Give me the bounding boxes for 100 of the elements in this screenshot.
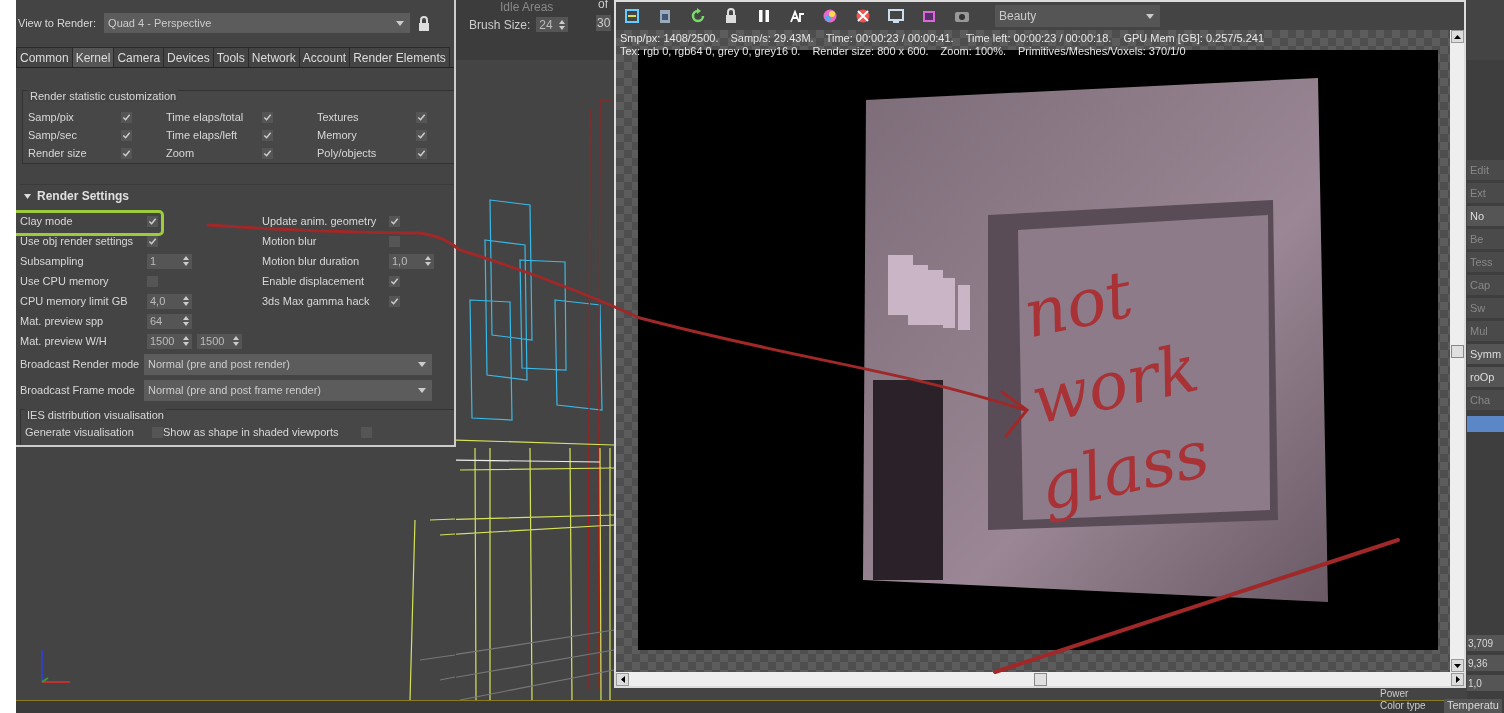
brush-size-label: Brush Size: (469, 17, 531, 32)
spin-arrows-icon[interactable] (233, 336, 239, 346)
spin-arrows-icon[interactable] (183, 316, 189, 326)
view-dropdown[interactable]: Quad 4 - Perspective (104, 13, 411, 33)
checkbox[interactable] (389, 215, 400, 227)
stat-text: GPU Mem [GB]: 0.257/5.241 (1123, 32, 1264, 44)
tab[interactable]: Common (16, 47, 73, 67)
group-title: IES distribution visualisation (25, 409, 166, 421)
setting-label: Mat. preview spp (20, 315, 105, 327)
stat-label: Time elaps/left (166, 129, 239, 141)
horizontal-scrollbar[interactable] (616, 672, 1464, 686)
stat-text: Primitives/Meshes/Voxels: 370/1/0 (1018, 45, 1186, 57)
setting-label: Use obj render settings (20, 235, 135, 247)
collapse-triangle-icon[interactable] (24, 192, 31, 200)
checkbox[interactable] (262, 111, 273, 123)
setting-label: Motion blur (262, 235, 318, 247)
vertical-scrollbar[interactable] (1450, 30, 1464, 672)
value-field[interactable]: 3,709 (1467, 635, 1504, 651)
scroll-thumb[interactable] (1450, 344, 1464, 358)
clipboard-icon[interactable] (657, 8, 673, 24)
checkbox[interactable] (416, 147, 427, 159)
channel-dropdown[interactable]: Beauty (995, 5, 1160, 27)
temperature-dropdown[interactable]: Temperatu (1444, 699, 1502, 713)
spinner-field[interactable]: 1 (147, 253, 192, 269)
tab[interactable]: Render Elements (349, 47, 450, 67)
stat-label: Poly/objects (317, 147, 378, 159)
spinner-field[interactable]: 4,0 (147, 293, 192, 309)
caret-icon (418, 361, 426, 367)
checkbox[interactable] (389, 295, 400, 307)
checkbox[interactable] (416, 111, 427, 123)
property-label: Color type (1380, 700, 1426, 711)
setting-label: Clay mode (20, 215, 74, 227)
spin-arrows-icon[interactable] (559, 19, 566, 30)
stat-label: Samp/pix (28, 111, 75, 123)
checkbox[interactable] (121, 129, 132, 141)
property-label: Power (1380, 688, 1409, 699)
spin-arrows-icon[interactable] (183, 296, 189, 306)
stat-label: Render size (28, 147, 88, 159)
value-field[interactable]: 30 (596, 15, 612, 31)
refresh-icon[interactable] (690, 8, 706, 24)
stat-text: Time: 00:00:23 / 00:00:41. (825, 32, 954, 44)
checkbox[interactable] (389, 275, 400, 287)
checkbox[interactable] (121, 111, 132, 123)
checkbox[interactable] (121, 147, 132, 159)
down-arrow-icon[interactable] (1453, 663, 1461, 668)
setting-label: Enable displacement (262, 275, 366, 287)
checkbox[interactable] (262, 129, 273, 141)
modifier-button[interactable]: No (1467, 206, 1504, 226)
group-title: Render statistic customization (28, 90, 179, 102)
stat-label: Memory (317, 129, 358, 141)
view-label: View to Render: (18, 17, 97, 29)
lock-icon[interactable] (723, 8, 739, 24)
up-arrow-icon[interactable] (1453, 34, 1461, 39)
spin-arrows-icon[interactable] (183, 256, 189, 266)
ies-label: Show as shape in shaded viewports (163, 426, 340, 438)
modifier-button[interactable]: Symm (1467, 344, 1504, 364)
stat-label: Samp/sec (28, 129, 78, 141)
value-field[interactable]: 1,0 (1467, 675, 1504, 691)
text-icon[interactable] (789, 8, 805, 24)
setting-label: CPU memory limit GB (20, 295, 129, 307)
modifier-button[interactable]: roOp (1467, 367, 1504, 387)
color-wheel-icon[interactable] (822, 8, 838, 24)
setting-label: Subsampling (20, 255, 85, 267)
tab[interactable]: Kernel (71, 47, 115, 67)
pause-icon[interactable] (756, 8, 772, 24)
stat-label: Textures (317, 111, 360, 123)
lock-icon[interactable] (418, 15, 431, 31)
checkbox[interactable] (147, 215, 158, 227)
mode-dropdown[interactable]: Normal (pre and post render) (144, 353, 432, 375)
spinner-field[interactable]: 64 (147, 313, 192, 329)
spinner-field[interactable]: 1500 (147, 333, 192, 349)
stat-text: Samp/s: 29.43M. (730, 32, 814, 44)
value-field[interactable]: 9,36 (1467, 655, 1504, 671)
checkbox[interactable] (262, 147, 273, 159)
spinner-field[interactable]: 1,0 (389, 253, 434, 269)
checkbox[interactable] (389, 235, 400, 247)
ies-label: Generate visualisation (25, 426, 135, 438)
spin-arrows-icon[interactable] (425, 256, 431, 266)
setting-label: 3ds Max gamma hack (262, 295, 371, 307)
setting-label: Motion blur duration (262, 255, 361, 267)
checkbox[interactable] (147, 235, 158, 247)
spin-arrows-icon[interactable] (183, 336, 189, 346)
frame-icon[interactable] (921, 8, 937, 24)
stat-label: Zoom (166, 147, 196, 159)
caret-icon (1146, 13, 1154, 19)
handwritten-note: not (1015, 254, 1140, 354)
monitor-icon[interactable] (888, 8, 904, 24)
setting-label: Use CPU memory (20, 275, 110, 287)
spinner-field[interactable]: 1500 (197, 333, 242, 349)
section-title[interactable]: Render Settings (37, 189, 129, 203)
stat-text: Zoom: 100%. (940, 45, 1006, 57)
right-arrow-icon[interactable] (1455, 675, 1460, 683)
column-label: of (598, 0, 608, 11)
stat-text: Smp/px: 1408/2500. (620, 32, 719, 44)
caret-icon (418, 387, 426, 393)
checkbox[interactable] (416, 129, 427, 141)
spinner-field[interactable]: 24 (536, 17, 569, 32)
mode-dropdown[interactable]: Normal (pre and post frame render) (144, 379, 432, 401)
scroll-thumb[interactable] (1033, 672, 1047, 686)
left-arrow-icon[interactable] (620, 675, 625, 683)
